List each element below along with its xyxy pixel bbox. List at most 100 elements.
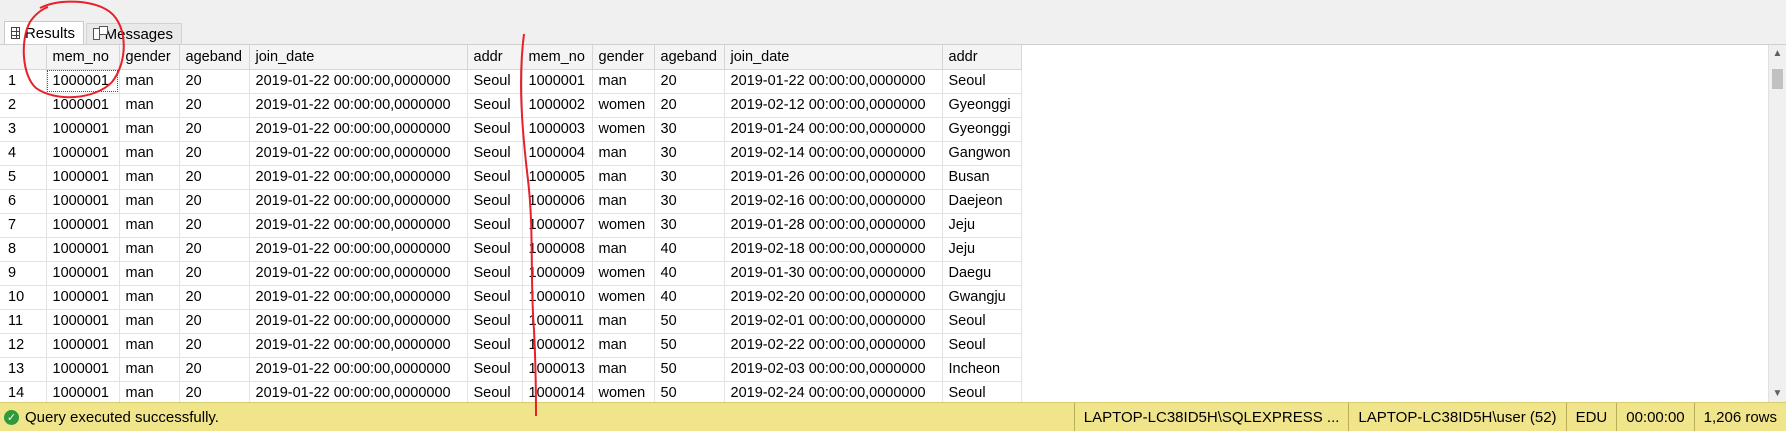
- column-header[interactable]: ageband: [179, 45, 250, 70]
- table-cell[interactable]: 2019-01-24 00:00:00,0000000: [724, 117, 943, 142]
- table-cell[interactable]: man: [592, 333, 655, 358]
- table-cell[interactable]: 1000002: [522, 93, 593, 118]
- table-cell[interactable]: 1000001: [46, 69, 120, 94]
- column-header[interactable]: addr: [467, 45, 523, 70]
- table-cell[interactable]: 1000011: [522, 309, 593, 334]
- table-row[interactable]: 12 1000001 man 20 2019-01-22 00:00:00,000000…: [0, 333, 1022, 358]
- table-cell[interactable]: 1000001: [46, 333, 120, 358]
- table-cell[interactable]: 2019-01-22 00:00:00,0000000: [249, 213, 468, 238]
- table-cell[interactable]: Gwangju: [942, 285, 1022, 310]
- table-cell[interactable]: Seoul: [467, 309, 523, 334]
- row-number-cell[interactable]: 12: [0, 333, 47, 358]
- table-cell[interactable]: 2019-01-22 00:00:00,0000000: [249, 93, 468, 118]
- table-cell[interactable]: Seoul: [942, 309, 1022, 334]
- table-cell[interactable]: 1000014: [522, 381, 593, 402]
- table-cell[interactable]: Seoul: [467, 237, 523, 262]
- table-cell[interactable]: Seoul: [467, 357, 523, 382]
- table-cell[interactable]: 2019-01-22 00:00:00,0000000: [249, 309, 468, 334]
- table-cell[interactable]: man: [592, 69, 655, 94]
- table-cell[interactable]: 1000007: [522, 213, 593, 238]
- table-cell[interactable]: 1000006: [522, 189, 593, 214]
- table-cell[interactable]: 20: [654, 69, 725, 94]
- table-cell[interactable]: man: [119, 309, 180, 334]
- table-cell[interactable]: 2019-02-12 00:00:00,0000000: [724, 93, 943, 118]
- table-cell[interactable]: 1000001: [46, 141, 120, 166]
- table-cell[interactable]: 2019-01-22 00:00:00,0000000: [249, 165, 468, 190]
- table-cell[interactable]: Daejeon: [942, 189, 1022, 214]
- table-cell[interactable]: Incheon: [942, 357, 1022, 382]
- table-cell[interactable]: women: [592, 381, 655, 402]
- table-cell[interactable]: man: [119, 381, 180, 402]
- column-header[interactable]: mem_no: [46, 45, 120, 70]
- table-cell[interactable]: 1000001: [46, 213, 120, 238]
- table-cell[interactable]: man: [119, 93, 180, 118]
- table-cell[interactable]: Seoul: [467, 141, 523, 166]
- results-grid[interactable]: mem_no gender ageband join_date addr mem…: [0, 45, 1769, 402]
- table-cell[interactable]: women: [592, 285, 655, 310]
- table-cell[interactable]: man: [592, 237, 655, 262]
- table-cell[interactable]: 2019-02-20 00:00:00,0000000: [724, 285, 943, 310]
- row-number-cell[interactable]: 8: [0, 237, 47, 262]
- table-cell[interactable]: Seoul: [467, 333, 523, 358]
- table-row[interactable]: 5 1000001 man 20 2019-01-22 00:00:00,0000000…: [0, 165, 1022, 190]
- row-number-cell[interactable]: 3: [0, 117, 47, 142]
- table-cell[interactable]: 1000009: [522, 261, 593, 286]
- table-row[interactable]: 4 1000001 man 20 2019-01-22 00:00:00,0000000…: [0, 141, 1022, 166]
- table-cell[interactable]: 20: [179, 93, 250, 118]
- column-header[interactable]: join_date: [249, 45, 468, 70]
- table-cell[interactable]: Daegu: [942, 261, 1022, 286]
- table-cell[interactable]: 20: [179, 165, 250, 190]
- table-cell[interactable]: 20: [179, 357, 250, 382]
- table-cell[interactable]: 20: [179, 309, 250, 334]
- table-cell[interactable]: 20: [179, 285, 250, 310]
- table-cell[interactable]: 1000003: [522, 117, 593, 142]
- row-number-cell[interactable]: 1: [0, 69, 47, 94]
- table-cell[interactable]: 2019-01-22 00:00:00,0000000: [249, 237, 468, 262]
- table-cell[interactable]: Seoul: [942, 69, 1022, 94]
- table-cell[interactable]: Seoul: [467, 213, 523, 238]
- row-number-cell[interactable]: 6: [0, 189, 47, 214]
- table-cell[interactable]: man: [119, 213, 180, 238]
- table-cell[interactable]: 2019-02-01 00:00:00,0000000: [724, 309, 943, 334]
- row-number-cell[interactable]: 14: [0, 381, 47, 402]
- table-cell[interactable]: 20: [179, 261, 250, 286]
- table-cell[interactable]: man: [119, 237, 180, 262]
- table-cell[interactable]: 1000001: [46, 237, 120, 262]
- table-cell[interactable]: Seoul: [467, 189, 523, 214]
- row-number-cell[interactable]: 9: [0, 261, 47, 286]
- table-cell[interactable]: 20: [179, 237, 250, 262]
- table-cell[interactable]: 30: [654, 189, 725, 214]
- table-row[interactable]: 2 1000001 man 20 2019-01-22 00:00:00,0000000…: [0, 93, 1022, 118]
- row-number-cell[interactable]: 7: [0, 213, 47, 238]
- table-cell[interactable]: 20: [654, 93, 725, 118]
- table-cell[interactable]: man: [592, 189, 655, 214]
- table-cell[interactable]: man: [119, 165, 180, 190]
- table-cell[interactable]: 2019-02-16 00:00:00,0000000: [724, 189, 943, 214]
- table-cell[interactable]: 2019-01-28 00:00:00,0000000: [724, 213, 943, 238]
- table-cell[interactable]: man: [119, 285, 180, 310]
- table-cell[interactable]: man: [119, 117, 180, 142]
- table-cell[interactable]: Gyeonggi: [942, 117, 1022, 142]
- table-cell[interactable]: 1000001: [46, 117, 120, 142]
- table-cell[interactable]: women: [592, 117, 655, 142]
- table-cell[interactable]: 1000001: [46, 309, 120, 334]
- table-cell[interactable]: 20: [179, 213, 250, 238]
- table-cell[interactable]: Seoul: [467, 285, 523, 310]
- table-cell[interactable]: 2019-02-18 00:00:00,0000000: [724, 237, 943, 262]
- table-cell[interactable]: Seoul: [942, 381, 1022, 402]
- table-cell[interactable]: 1000001: [46, 93, 120, 118]
- table-cell[interactable]: 1000012: [522, 333, 593, 358]
- scroll-down-icon[interactable]: ▼: [1769, 385, 1786, 402]
- table-cell[interactable]: 2019-01-22 00:00:00,0000000: [249, 69, 468, 94]
- row-number-cell[interactable]: 11: [0, 309, 47, 334]
- table-cell[interactable]: 40: [654, 237, 725, 262]
- table-cell[interactable]: Seoul: [942, 333, 1022, 358]
- table-cell[interactable]: 2019-01-22 00:00:00,0000000: [249, 285, 468, 310]
- table-cell[interactable]: 2019-02-22 00:00:00,0000000: [724, 333, 943, 358]
- table-cell[interactable]: 2019-02-24 00:00:00,0000000: [724, 381, 943, 402]
- table-cell[interactable]: man: [119, 141, 180, 166]
- table-row[interactable]: 10 1000001 man 20 2019-01-22 00:00:00,000000…: [0, 285, 1022, 310]
- table-cell[interactable]: 1000001: [46, 285, 120, 310]
- table-cell[interactable]: women: [592, 261, 655, 286]
- table-cell[interactable]: man: [119, 69, 180, 94]
